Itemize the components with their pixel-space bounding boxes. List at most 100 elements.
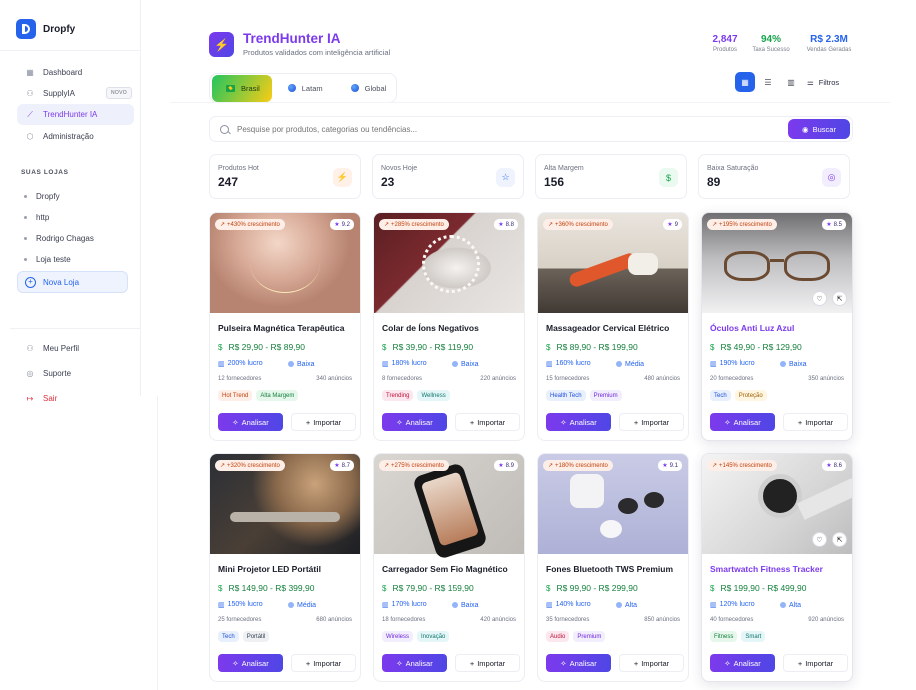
kpi-card: Novos Hoje 23 ☆: [372, 154, 524, 199]
analyze-label: Analisar: [241, 658, 269, 668]
card-body: Carregador Sem Fio Magnético $ R$ 79,90 - …: [374, 564, 524, 642]
product-card[interactable]: ↗ +195% crescimento ★ 8.5 ♡ ⇱ Óculos Anti Luz …: [701, 212, 853, 441]
score-text: 9.1: [669, 462, 678, 469]
bottom-nav: ⚇ Meu Perfil ◎ Suporte ↦ Sair: [17, 336, 134, 411]
profit-text: 190% lucro: [719, 360, 755, 367]
sidebar-item-support[interactable]: ◎ Suporte: [17, 361, 134, 385]
sidebar-item-trendhunter[interactable]: ⟋ TrendHunter IA: [17, 104, 134, 125]
profit-text: 150% lucro: [227, 601, 263, 608]
import-button[interactable]: + Importar: [619, 654, 684, 672]
import-button[interactable]: + Importar: [783, 413, 848, 431]
external-link-icon[interactable]: ⇱: [832, 291, 847, 306]
tab-latam[interactable]: Latam: [276, 75, 335, 102]
level-text: Baixa: [461, 360, 479, 368]
divider: [0, 50, 141, 51]
product-card[interactable]: ↗ +180% crescimento ★ 9.1 Fones Bluetooth TW…: [537, 453, 689, 682]
sidebar-item-dashboard[interactable]: ▦ Dashboard: [17, 62, 134, 82]
new-store-button[interactable]: + Nova Loja: [17, 271, 128, 293]
ads-count: 340 anúncios: [316, 376, 352, 382]
bullet-icon: [24, 237, 27, 240]
tag: Premium: [573, 631, 606, 642]
chart-view-button[interactable]: ▥: [781, 72, 801, 92]
score-text: 8.8: [505, 221, 514, 228]
bar-chart-icon: ▥: [546, 361, 553, 368]
import-button[interactable]: + Importar: [455, 413, 520, 431]
price-range: $ R$ 39,90 - R$ 119,90: [382, 342, 516, 352]
sidebar-item-profile[interactable]: ⚇ Meu Perfil: [17, 336, 134, 360]
favorite-heart-icon[interactable]: ♡: [812, 291, 827, 306]
card-actions: ✧ Analisar + Importar: [382, 654, 520, 672]
product-card[interactable]: ↗ +360% crescimento ★ 9 Massageador Cervical…: [537, 212, 689, 441]
bullet-icon: [24, 258, 27, 261]
search-button[interactable]: ◉ Buscar: [788, 119, 850, 139]
import-label: Importar: [641, 417, 670, 427]
tag-list: Health Tech Premium: [546, 390, 680, 401]
bar-chart-icon: ▥: [382, 602, 389, 609]
image-detail: [724, 251, 770, 281]
import-button[interactable]: + Importar: [291, 654, 356, 672]
price-range: $ R$ 199,90 - R$ 499,90: [710, 583, 844, 593]
analyze-button[interactable]: ✧ Analisar: [546, 654, 611, 672]
grid-view-button[interactable]: ▦: [735, 72, 755, 92]
product-card[interactable]: ↗ +285% crescimento ★ 8.8 Colar de Íons Nega…: [373, 212, 525, 441]
saturation-level: Alta: [616, 601, 637, 609]
product-card[interactable]: ↗ +275% crescimento ★ 8.9 Carregador Sem Fio…: [373, 453, 525, 682]
store-item[interactable]: http: [17, 207, 134, 228]
product-card[interactable]: ↗ +320% crescimento ★ 8.7 Mini Projetor LED …: [209, 453, 361, 682]
page-title: TrendHunter IA: [243, 31, 341, 46]
filters-label: Filtros: [818, 77, 840, 87]
necklace-neck-image: ↗ +430% crescimento ★ 9.2: [210, 213, 360, 313]
saturation-level: Alta: [780, 601, 801, 609]
stat-label: Vendas Geradas: [806, 47, 852, 53]
product-card[interactable]: ↗ +145% crescimento ★ 8.6 ♡ ⇱ Smartwatch Fitne…: [701, 453, 853, 682]
saturation-level: Baixa: [452, 601, 479, 609]
analyze-button[interactable]: ✧ Analisar: [710, 654, 775, 672]
stat-products: 2,847 Produtos: [708, 34, 742, 53]
import-button[interactable]: + Importar: [619, 413, 684, 431]
external-link-icon[interactable]: ⇱: [832, 532, 847, 547]
tag-list: Tech Proteção: [710, 390, 844, 401]
dollar-icon: $: [382, 583, 387, 593]
favorite-heart-icon[interactable]: ♡: [812, 532, 827, 547]
divider: [170, 102, 890, 103]
plus-icon: +: [305, 417, 311, 427]
import-button[interactable]: + Importar: [783, 654, 848, 672]
tab-brasil[interactable]: Brasil: [212, 74, 272, 102]
trend-up-icon: ↗: [548, 463, 554, 469]
store-item[interactable]: Dropfy: [17, 186, 134, 207]
trend-up-icon: ↗: [220, 463, 226, 469]
profit-margin: ▥ 150% lucro: [218, 601, 288, 609]
price-range: $ R$ 29,90 - R$ 89,90: [218, 342, 352, 352]
store-item[interactable]: Loja teste: [17, 249, 134, 270]
analyze-button[interactable]: ✧ Analisar: [710, 413, 775, 431]
sidebar-item-supplyia[interactable]: ⚇ SupplyIA NOVO: [17, 83, 134, 103]
sidebar-item-administracao[interactable]: ⬡ Administração: [17, 126, 134, 146]
analyze-label: Analisar: [405, 658, 433, 668]
saturation-level: Média: [288, 601, 316, 609]
import-button[interactable]: + Importar: [455, 654, 520, 672]
analyze-button[interactable]: ✧ Analisar: [546, 413, 611, 431]
supplier-count: 12 fornecedores: [218, 376, 262, 382]
sidebar-item-logout[interactable]: ↦ Sair: [17, 386, 134, 410]
tab-global[interactable]: Global: [339, 75, 399, 102]
search-input[interactable]: [237, 124, 777, 134]
growth-text: +180% crescimento: [555, 462, 608, 469]
analyze-button[interactable]: ✧ Analisar: [382, 654, 447, 672]
supplier-row: 12 fornecedores 340 anúncios: [218, 376, 352, 382]
list-view-button[interactable]: ☰: [758, 72, 778, 92]
globe-icon: [350, 84, 359, 92]
product-card[interactable]: ↗ +430% crescimento ★ 9.2 Pulseira Magnética…: [209, 212, 361, 441]
ads-count: 420 anúncios: [480, 617, 516, 623]
import-button[interactable]: + Importar: [291, 413, 356, 431]
dollar-icon: $: [382, 342, 387, 352]
image-detail: [420, 471, 480, 547]
analyze-button[interactable]: ✧ Analisar: [218, 413, 283, 431]
analyze-button[interactable]: ✧ Analisar: [382, 413, 447, 431]
filters-button[interactable]: ⚌ Filtros: [807, 72, 839, 92]
tab-label: Brasil: [241, 83, 260, 93]
brand[interactable]: Dropfy: [16, 19, 75, 39]
store-item[interactable]: Rodrigo Chagas: [17, 228, 134, 249]
card-actions: ✧ Analisar + Importar: [546, 413, 684, 431]
analyze-button[interactable]: ✧ Analisar: [218, 654, 283, 672]
analyze-label: Analisar: [569, 417, 597, 427]
